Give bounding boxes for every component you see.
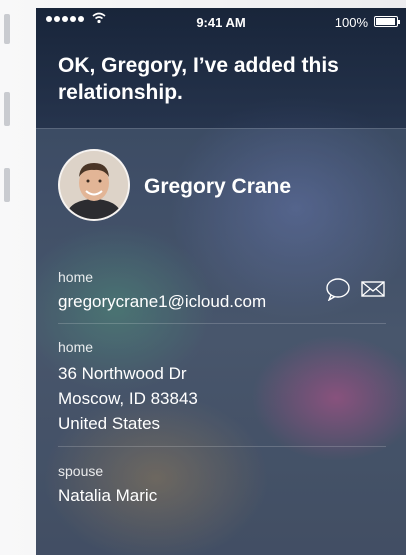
siri-response-text: OK, Gregory, I’ve added this relationshi…: [58, 54, 339, 104]
battery-icon: [374, 16, 400, 27]
mute-switch: [4, 14, 10, 44]
contact-name: Gregory Crane: [144, 175, 292, 198]
message-bubble-icon[interactable]: [324, 277, 352, 301]
relation-field[interactable]: spouse Natalia Maric: [58, 463, 157, 508]
address-line-1: 36 Northwood Dr: [58, 364, 187, 383]
mail-envelope-icon[interactable]: [360, 279, 386, 299]
address-line-2: Moscow, ID 83843: [58, 389, 198, 408]
divider: [58, 446, 386, 447]
phone-device: 9:41 AM 100% OK, Gregory, I’ve added thi…: [0, 0, 406, 555]
relation-value[interactable]: Natalia Maric: [58, 483, 157, 508]
contact-avatar: [58, 149, 130, 221]
email-value[interactable]: gregorycrane1@icloud.com: [58, 289, 266, 314]
address-label: home: [58, 339, 94, 355]
battery-percentage: 100%: [334, 15, 368, 30]
divider: [58, 323, 386, 324]
address-field[interactable]: home 36 Northwood Dr Moscow, ID 83843 Un…: [58, 339, 198, 436]
volume-up-button: [4, 92, 10, 126]
contact-card: Gregory Crane home gregorycrane1@icloud.…: [36, 128, 406, 555]
status-bar: 9:41 AM 100%: [36, 8, 406, 34]
email-label: home: [58, 269, 94, 285]
volume-down-button: [4, 168, 10, 202]
phone-screen: 9:41 AM 100% OK, Gregory, I’ve added thi…: [36, 8, 406, 555]
address-line-3: United States: [58, 414, 161, 433]
email-field[interactable]: home gregorycrane1@icloud.com: [58, 269, 266, 314]
relation-label: spouse: [58, 463, 104, 479]
